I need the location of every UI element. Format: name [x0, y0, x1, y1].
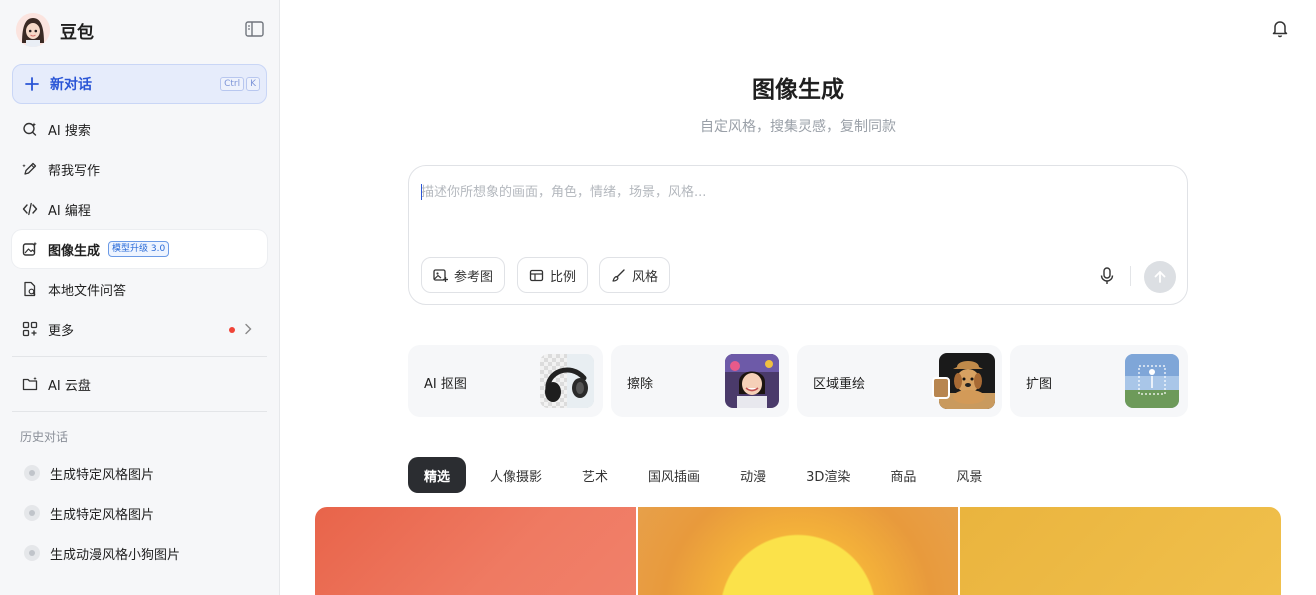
tab-art[interactable]: 艺术: [566, 457, 624, 493]
sidebar-item-writing[interactable]: 帮我写作: [12, 150, 267, 188]
sidebar-item-label: 更多: [48, 323, 75, 339]
feature-inpaint[interactable]: 区域重绘: [797, 345, 1002, 417]
gallery-image[interactable]: [960, 507, 1281, 595]
cloud-folder-icon: [22, 376, 38, 392]
grid-icon: [22, 321, 38, 337]
divider: [12, 356, 267, 357]
prompt-input[interactable]: [421, 180, 1161, 204]
page-subtitle: 自定风格，搜集灵感，复制同款: [700, 119, 896, 135]
brand[interactable]: 豆包: [16, 12, 94, 48]
model-upgrade-badge: 模型升级 3.0: [108, 241, 170, 257]
chevron-right-icon: [245, 323, 252, 335]
microphone-icon[interactable]: [1099, 267, 1115, 285]
sidebar-item-ai-search[interactable]: AI 搜索: [12, 110, 267, 148]
file-icon: [22, 281, 38, 297]
sidebar-nav: AI 搜索 帮我写作 AI 编程 图像生成 模型升级 3.0 本地文件问答 更多: [12, 110, 267, 350]
text-caret: [421, 184, 422, 200]
avatar: [16, 13, 50, 47]
sidebar-item-label: 图像生成: [48, 243, 101, 259]
pen-icon: [22, 161, 38, 177]
divider: [12, 411, 267, 412]
sidebar-item-coding[interactable]: AI 编程: [12, 190, 267, 228]
shortcut-hint: Ctrl K: [220, 77, 260, 91]
history-item-label: 生成特定风格图片: [50, 507, 155, 523]
shortcut-key: Ctrl: [220, 77, 245, 91]
tab-3d-render[interactable]: 3D渲染: [790, 457, 866, 493]
arrow-up-icon: [1154, 271, 1166, 283]
tool-label: 参考图: [454, 269, 494, 285]
tool-label: 比例: [550, 269, 577, 285]
ratio-icon: [529, 269, 544, 281]
sidebar-item-more[interactable]: 更多: [12, 310, 267, 348]
history-item[interactable]: 生成特定风格图片: [12, 454, 267, 492]
tab-product[interactable]: 商品: [874, 457, 932, 493]
tab-featured[interactable]: 精选: [408, 457, 467, 493]
gallery-image[interactable]: [315, 507, 636, 595]
history-list: 生成特定风格图片 生成特定风格图片 生成动漫风格小狗图片: [12, 454, 267, 574]
history-item[interactable]: 生成特定风格图片: [12, 494, 267, 532]
feature-label: 擦除: [627, 377, 654, 392]
history-item[interactable]: 生成动漫风格小狗图片: [12, 534, 267, 572]
sidebar-item-cloud[interactable]: AI 云盘: [12, 365, 267, 403]
history-item-label: 生成动漫风格小狗图片: [50, 547, 181, 563]
sidebar-item-label: AI 编程: [48, 203, 91, 219]
chat-bubble-icon: [24, 465, 40, 481]
gallery: [315, 507, 1281, 595]
plus-icon: [25, 77, 39, 91]
image-gen-icon: [22, 241, 38, 257]
tab-anime[interactable]: 动漫: [724, 457, 782, 493]
chat-bubble-icon: [24, 505, 40, 521]
sidebar-item-image-gen[interactable]: 图像生成 模型升级 3.0: [12, 230, 267, 268]
tab-chinese-illustration[interactable]: 国风插画: [632, 457, 716, 493]
gallery-image[interactable]: [637, 507, 959, 595]
girl-portrait-thumbnail: [725, 354, 779, 408]
shortcut-key: K: [246, 77, 260, 91]
feature-expand[interactable]: 扩图: [1010, 345, 1188, 417]
search-sparkle-icon: [22, 121, 38, 137]
sidebar-item-label: 帮我写作: [48, 163, 101, 179]
brush-icon: [612, 268, 625, 282]
new-chat-label: 新对话: [50, 77, 92, 93]
sidebar-item-local-file-qa[interactable]: 本地文件问答: [12, 270, 267, 308]
feature-label: 扩图: [1026, 377, 1053, 392]
tool-label: 风格: [632, 269, 659, 285]
bell-icon[interactable]: [1270, 18, 1290, 38]
divider: [1130, 266, 1131, 286]
reference-image-button[interactable]: 参考图: [421, 257, 506, 293]
history-item-label: 生成特定风格图片: [50, 467, 155, 483]
prompt-box: 参考图 比例 风格: [408, 165, 1188, 305]
feature-cutout[interactable]: AI 抠图: [408, 345, 603, 417]
sidebar-item-label: AI 搜索: [48, 123, 91, 139]
tab-landscape[interactable]: 风景: [940, 457, 998, 493]
small-dog-thumbnail: [932, 377, 950, 399]
notification-dot: [229, 327, 235, 333]
brand-name: 豆包: [60, 22, 94, 43]
ratio-button[interactable]: 比例: [517, 257, 589, 293]
new-chat-button[interactable]: 新对话 Ctrl K: [12, 64, 267, 104]
landscape-thumbnail: [1125, 354, 1179, 408]
chat-bubble-icon: [24, 545, 40, 561]
sidebar-cloud: AI 云盘: [12, 365, 267, 405]
sidebar-toggle-icon[interactable]: [244, 20, 266, 38]
feature-label: AI 抠图: [424, 377, 467, 392]
tab-portrait[interactable]: 人像摄影: [474, 457, 558, 493]
category-tabs: 精选 人像摄影 艺术 国风插画 动漫 3D渲染 商品 风景: [408, 457, 1006, 493]
feature-erase[interactable]: 擦除: [611, 345, 789, 417]
code-icon: [22, 201, 38, 217]
headphones-thumbnail: [540, 354, 594, 408]
sidebar-item-label: AI 云盘: [48, 378, 91, 394]
image-plus-icon: [433, 268, 448, 282]
sidebar-item-label: 本地文件问答: [48, 283, 127, 299]
send-button[interactable]: [1144, 261, 1176, 293]
sidebar: 豆包 新对话 Ctrl K AI 搜索 帮我写作 AI 编程 图像生成 模型升级…: [0, 0, 280, 595]
history-title: 历史对话: [20, 430, 69, 444]
style-button[interactable]: 风格: [599, 257, 671, 293]
feature-label: 区域重绘: [813, 377, 866, 392]
page-title: 图像生成: [752, 77, 844, 103]
